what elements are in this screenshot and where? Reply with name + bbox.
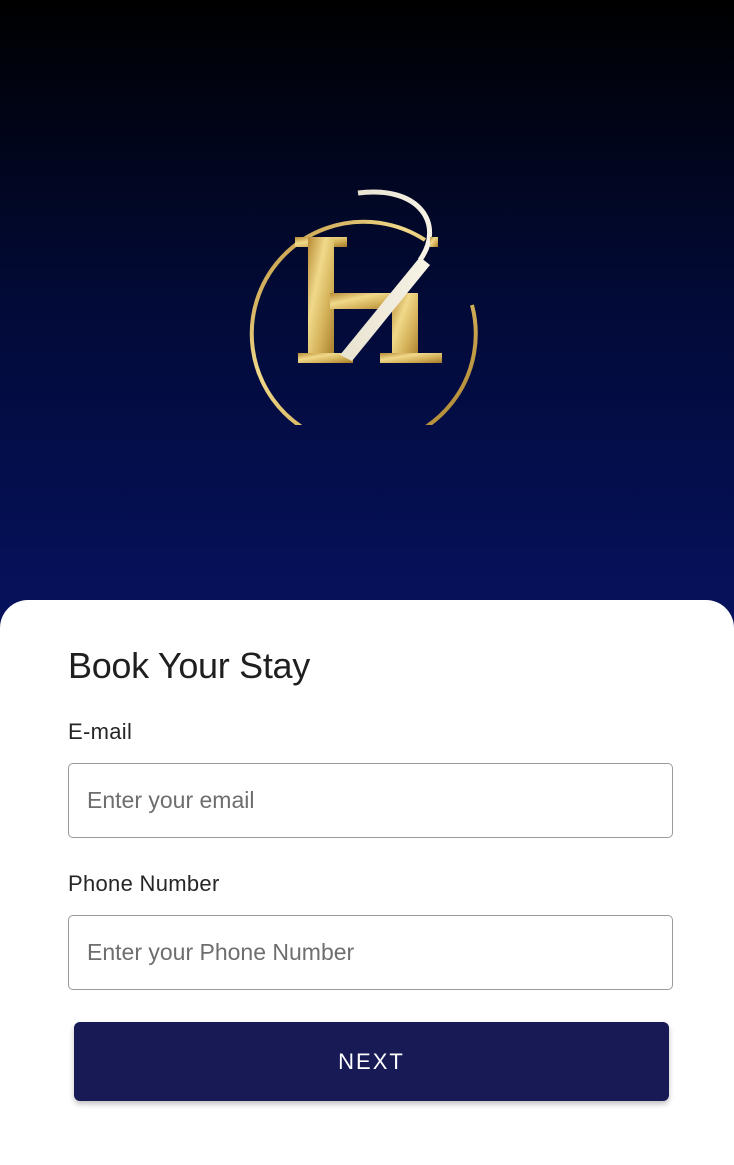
next-button[interactable]: NEXT xyxy=(74,1022,669,1101)
hotel-monogram-logo-icon xyxy=(240,185,480,448)
hero-banner xyxy=(0,0,734,640)
email-label: E-mail xyxy=(68,719,133,744)
phone-field-box xyxy=(68,915,673,990)
phone-field[interactable] xyxy=(69,916,672,989)
page-title: Book Your Stay xyxy=(68,645,310,686)
email-field-box xyxy=(68,763,673,838)
email-field[interactable] xyxy=(69,764,672,837)
phone-label: Phone Number xyxy=(68,871,220,896)
